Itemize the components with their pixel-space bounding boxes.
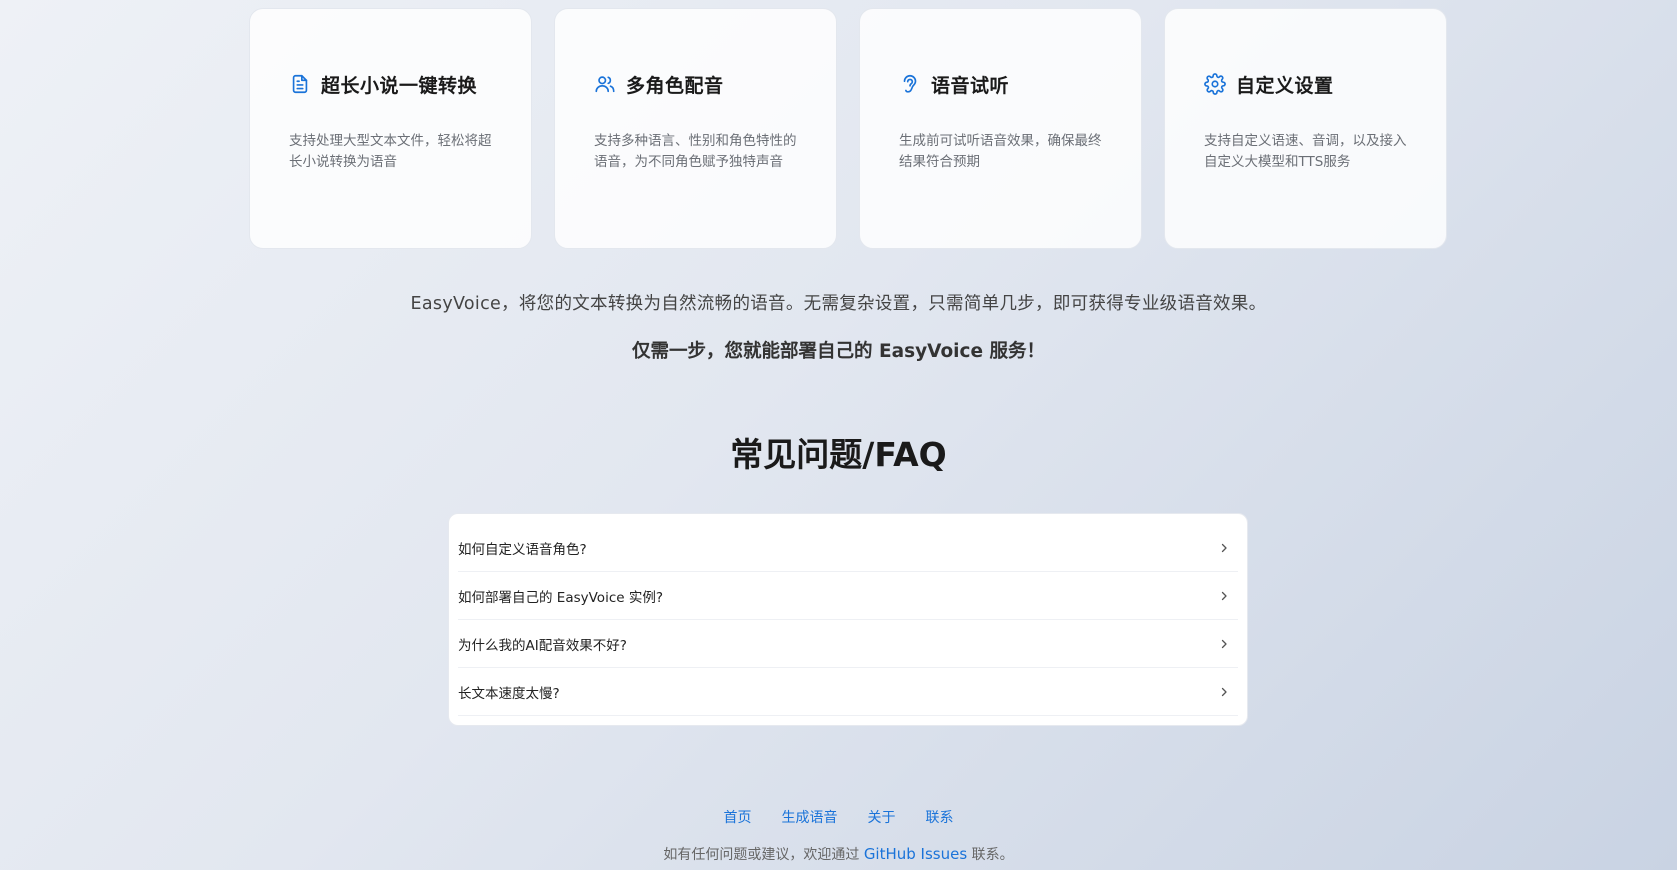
feature-title: 语音试听 — [931, 74, 1010, 97]
feature-desc: 支持自定义语速、音调，以及接入自定义大模型和TTS服务 — [1204, 133, 1407, 170]
feature-card-novel: 超长小说一键转换 支持处理大型文本文件，轻松将超长小说转换为语音 — [249, 8, 532, 249]
footer-link-home[interactable]: 首页 — [724, 807, 752, 827]
feature-title: 多角色配音 — [626, 74, 724, 97]
faq-item[interactable]: 长文本速度太慢? — [458, 668, 1238, 716]
feature-card-settings: 自定义设置 支持自定义语速、音调，以及接入自定义大模型和TTS服务 — [1164, 8, 1447, 249]
users-icon — [594, 73, 616, 95]
footer-nav: 首页 生成语音 关于 联系 — [0, 807, 1677, 827]
footer-link-about[interactable]: 关于 — [868, 807, 896, 827]
intro-strong-text: 仅需一步，您就能部署自己的 EasyVoice 服务！ — [632, 341, 1045, 362]
feature-card-roles: 多角色配音 支持多种语言、性别和角色特性的语音，为不同角色赋予独特声音 — [554, 8, 837, 249]
feature-cards: 超长小说一键转换 支持处理大型文本文件，轻松将超长小说转换为语音 多角色配音 支… — [249, 8, 1447, 249]
faq-item[interactable]: 如何部署自己的 EasyVoice 实例? — [458, 572, 1238, 620]
chevron-right-icon — [1218, 686, 1230, 698]
ear-icon — [899, 73, 921, 95]
chevron-right-icon — [1218, 638, 1230, 650]
faq-item[interactable]: 为什么我的AI配音效果不好? — [458, 620, 1238, 668]
faq-title: 常见问题/FAQ — [730, 435, 947, 474]
feature-title: 自定义设置 — [1236, 74, 1334, 97]
feature-desc: 支持处理大型文本文件，轻松将超长小说转换为语音 — [289, 133, 492, 170]
intro-text: EasyVoice，将您的文本转换为自然流畅的语音。无需复杂设置，只需简单几步，… — [410, 294, 1267, 314]
footer-note-prefix: 如有任何问题或建议，欢迎通过 — [663, 847, 860, 863]
faq-question: 长文本速度太慢? — [458, 685, 560, 702]
chevron-right-icon — [1218, 590, 1230, 602]
faq-item[interactable]: 如何自定义语音角色? — [458, 524, 1238, 572]
footer-note-suffix: 联系。 — [971, 847, 1014, 863]
feature-card-preview: 语音试听 生成前可试听语音效果，确保最终结果符合预期 — [859, 8, 1142, 249]
gear-icon — [1204, 73, 1226, 95]
feature-title: 超长小说一键转换 — [321, 74, 478, 97]
faq-question: 如何部署自己的 EasyVoice 实例? — [458, 589, 663, 606]
faq-accordion: 如何自定义语音角色? 如何部署自己的 EasyVoice 实例? 为什么我的AI… — [448, 513, 1248, 726]
chevron-right-icon — [1218, 542, 1230, 554]
feature-desc: 支持多种语言、性别和角色特性的语音，为不同角色赋予独特声音 — [594, 133, 797, 170]
faq-question: 如何自定义语音角色? — [458, 541, 587, 558]
footer-note: 如有任何问题或建议，欢迎通过 GitHub Issues 联系。 — [0, 844, 1677, 864]
document-icon — [289, 73, 311, 95]
faq-question: 为什么我的AI配音效果不好? — [458, 637, 627, 654]
github-issues-link[interactable]: GitHub Issues — [864, 845, 967, 863]
footer-link-contact[interactable]: 联系 — [926, 807, 954, 827]
footer-link-generate[interactable]: 生成语音 — [782, 807, 838, 827]
feature-desc: 生成前可试听语音效果，确保最终结果符合预期 — [899, 133, 1102, 170]
